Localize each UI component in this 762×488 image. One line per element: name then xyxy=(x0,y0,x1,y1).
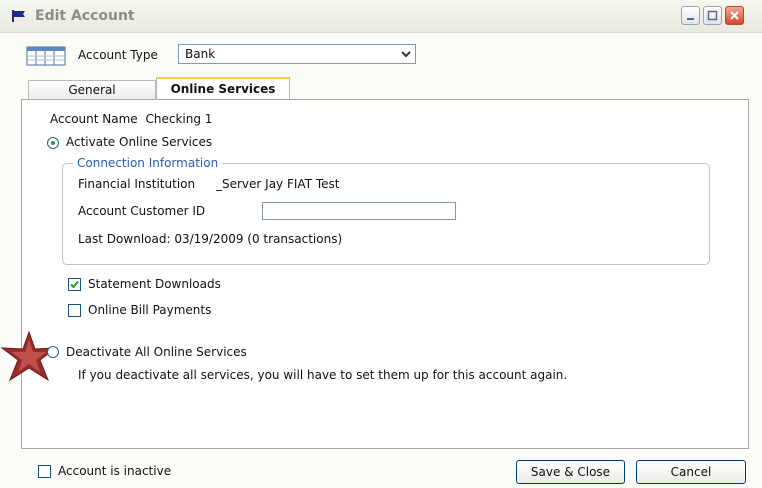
deactivate-online-radio[interactable] xyxy=(47,346,59,358)
financial-institution-value: _Server Jay FIAT Test xyxy=(216,177,340,191)
activate-online-label: Activate Online Services xyxy=(66,135,213,149)
online-services-panel xyxy=(21,99,749,449)
account-name-row: Account Name Checking 1 xyxy=(50,112,212,126)
customer-id-input[interactable] xyxy=(262,202,456,220)
tab-general[interactable]: General xyxy=(28,80,156,100)
customer-id-label: Account Customer ID xyxy=(78,204,206,218)
statement-downloads-label: Statement Downloads xyxy=(88,277,221,291)
chevron-down-icon xyxy=(401,51,411,58)
account-type-label: Account Type xyxy=(78,48,158,62)
maximize-button[interactable] xyxy=(703,6,722,25)
account-type-select[interactable]: Bank xyxy=(178,44,416,64)
connection-info-legend: Connection Information xyxy=(73,156,223,170)
activate-online-radio[interactable] xyxy=(47,137,59,149)
radio-selected-dot xyxy=(51,141,55,145)
account-register-icon xyxy=(26,46,66,66)
deactivate-online-label: Deactivate All Online Services xyxy=(66,345,247,359)
account-type-value: Bank xyxy=(185,47,216,61)
checkmark-icon xyxy=(70,280,79,289)
tab-general-label: General xyxy=(68,83,116,97)
financial-institution-label: Financial Institution xyxy=(78,177,196,191)
tab-online-services-label: Online Services xyxy=(170,82,276,96)
tab-online-services[interactable]: Online Services xyxy=(156,77,290,100)
minimize-icon xyxy=(687,18,694,20)
account-name-value: Checking 1 xyxy=(145,112,213,126)
deactivate-warning-text: If you deactivate all services, you will… xyxy=(78,368,568,382)
account-inactive-label: Account is inactive xyxy=(58,464,172,478)
save-close-button[interactable]: Save & Close xyxy=(516,460,625,484)
last-download-text: Last Download: 03/19/2009 (0 transaction… xyxy=(78,232,343,246)
online-bill-payments-checkbox[interactable] xyxy=(68,304,81,317)
flag-icon xyxy=(12,10,25,22)
minimize-button[interactable] xyxy=(681,6,700,25)
statement-downloads-checkbox[interactable] xyxy=(68,278,81,291)
window-title: Edit Account xyxy=(35,8,135,24)
online-bill-payments-label: Online Bill Payments xyxy=(88,303,212,317)
cancel-button[interactable]: Cancel xyxy=(636,460,746,484)
account-inactive-checkbox[interactable] xyxy=(38,465,51,478)
maximize-icon xyxy=(707,10,718,21)
close-icon xyxy=(730,11,739,20)
close-button[interactable] xyxy=(725,6,744,25)
edit-account-window: Edit Account Account Type Bank General O… xyxy=(0,0,762,488)
account-name-label: Account Name xyxy=(50,112,138,126)
title-bar: Edit Account xyxy=(0,0,762,33)
